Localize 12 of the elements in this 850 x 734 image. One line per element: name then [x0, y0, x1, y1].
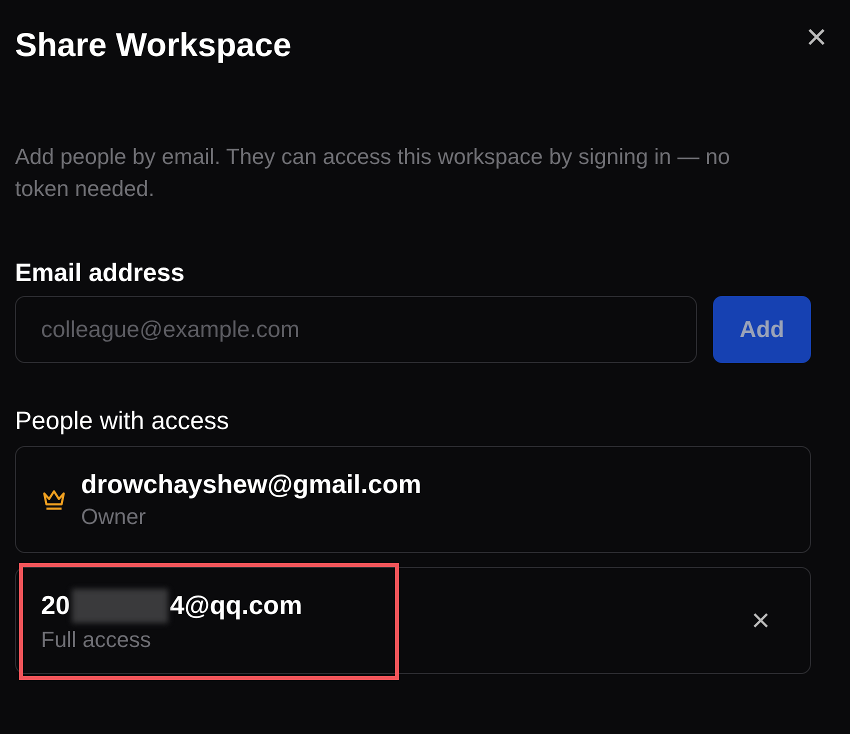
remove-button[interactable]: ×: [751, 602, 770, 639]
section-label: People with access: [15, 407, 230, 436]
member-role: Full access: [41, 626, 152, 652]
dialog-title: Share Workspace: [15, 26, 292, 64]
close-button[interactable]: ×: [806, 22, 827, 52]
member-email: drowchayshew@gmail.com: [81, 469, 422, 500]
description-text: Add people by email. They can access this workspace by signing in — no token needed.: [15, 143, 731, 203]
member-email: 20: [41, 590, 70, 621]
email-input-field[interactable]: colleague@example.com: [15, 296, 697, 363]
member-role: Owner: [81, 504, 147, 530]
field-label: Email address: [15, 259, 186, 288]
member-email: 4@qq.com: [170, 590, 302, 621]
